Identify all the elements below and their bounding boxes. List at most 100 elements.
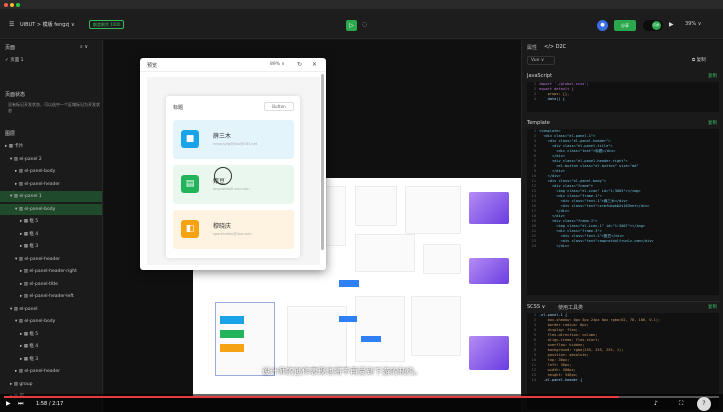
help-icon[interactable]: ? — [697, 397, 711, 411]
layer-item[interactable]: ▸ ▦ 框 4 — [0, 229, 102, 240]
mini-button — [339, 316, 357, 322]
layer-item[interactable]: ▸ ▦ 框 5 — [0, 216, 102, 227]
close-window-dot[interactable] — [4, 2, 8, 7]
maximize-window-dot[interactable] — [16, 2, 20, 7]
copy-scss-button[interactable]: 复制 — [708, 304, 717, 310]
layer-item[interactable]: ▾ ▥ el-panel-body — [0, 203, 102, 215]
next-icon[interactable]: ⏭ — [18, 400, 23, 408]
play-icon[interactable]: ▶ — [6, 400, 11, 407]
layer-item[interactable]: ▾ ▥ el-panel 2 — [0, 154, 102, 165]
fullscreen-icon[interactable]: ⛶ — [679, 400, 683, 408]
frame-card: ■ 薛三木 xmsnhyfg@kbu@163.net — [173, 120, 294, 159]
mini-card — [411, 296, 461, 356]
minimize-window-dot[interactable] — [10, 2, 14, 7]
layer-item[interactable]: ▸ ▦ 框 3 — [0, 241, 102, 252]
framework-select[interactable]: Vue ∨ — [527, 56, 555, 65]
preview-title: 预览 — [147, 63, 158, 69]
frame-card: ▤ 甄豆 amprotdulfrunlz.com — [173, 165, 294, 204]
frame-email: xmsnhyfg@kbu@163.net — [213, 142, 258, 146]
layers-heading: 图层 — [5, 131, 16, 137]
layer-item[interactable]: ▸ ▥ el-panel-header — [0, 366, 102, 377]
frame-card: ◧ 穆晓庆 sparkhzhen@live.com — [173, 210, 294, 249]
mini-button — [339, 280, 359, 287]
tab-d2c[interactable]: </> D2C — [544, 44, 566, 50]
refresh-icon[interactable]: ↻ — [297, 61, 302, 68]
layer-item[interactable]: ▸ ▦ 卡片 — [0, 141, 102, 152]
frame-name: 穆晓庆 — [213, 223, 232, 230]
panel-button[interactable]: Button — [264, 102, 294, 111]
project-breadcrumb[interactable]: UIBUT > 模版 fengzj ∨ — [20, 21, 75, 28]
mini-card — [355, 186, 397, 226]
template-heading: Template — [527, 120, 550, 126]
preview-scrollbar[interactable] — [321, 74, 324, 250]
sync-toggle-label: 同步 — [652, 21, 661, 30]
copy-all-button[interactable]: ⧉ 复制 — [692, 57, 706, 63]
preview-header: 预览 89% ∨ ↻ ✕ — [140, 58, 326, 72]
template-code-block[interactable]: 1 <template> 2 <div class="el-panel-1"> 3 <… — [527, 129, 719, 295]
frame-email: amprotdulfrunlz.com — [213, 187, 250, 191]
share-button[interactable]: 分享 — [614, 20, 636, 31]
close-icon[interactable]: ✕ — [312, 61, 317, 68]
video-progress-fill — [4, 396, 619, 398]
layer-item[interactable]: ▾ ▥ el-panel 1 — [0, 191, 102, 202]
mini-card-selected — [215, 302, 275, 376]
mini-frame-blue — [220, 316, 244, 324]
layer-item[interactable]: ▸ ▥ el-panel-header-left — [0, 291, 102, 302]
layer-item[interactable]: ▾ ▥ el-panel — [0, 304, 102, 315]
avatar[interactable]: ● — [597, 20, 608, 31]
section-divider — [527, 301, 719, 302]
os-title-bar — [0, 0, 723, 9]
page-item[interactable]: ✓ 页面 1 — [0, 55, 102, 66]
js-code-block[interactable]: 1 import './global.scss'; 2 export default … — [527, 82, 719, 112]
volume-icon[interactable]: ♪ — [654, 400, 658, 407]
search-icon[interactable]: ⌕ ∨ — [80, 44, 88, 50]
mini-card — [405, 186, 461, 234]
purple-image — [469, 258, 509, 284]
mini-card — [287, 306, 347, 368]
mini-button — [361, 336, 381, 342]
video-control-bar: ▶ ⏭ 1:58 / 2:17 ♪ ⛶ ? — [0, 394, 723, 412]
utility-class-toggle[interactable]: 使用工具类 — [558, 304, 583, 311]
preview-body: 标题 Button ■ 薛三木 xmsnhyfg@kbu@163.net ▤ 甄豆 amp… — [147, 77, 320, 265]
right-panel: 属性 </> D2C Vue ∨ ⧉ 复制 JavaScript 复制 1 imp… — [521, 40, 723, 412]
layer-item[interactable]: ▸ ▦ 框 3 — [0, 354, 102, 365]
preview-window: 预览 89% ∨ ↻ ✕ 标题 Button ■ 薛三木 xmsnhyfg@kbu@… — [140, 58, 326, 270]
layer-item[interactable]: ▸ ▥ el-panel-title — [0, 279, 102, 290]
app-toolbar: ☰ UIBUT > 模版 fengzj ∨ 额度剩余 1000 ▷ ◌ ● 分享… — [0, 9, 723, 39]
js-heading: JavaScript — [527, 73, 553, 79]
layer-item[interactable]: ▸ ▦ 框 5 — [0, 329, 102, 340]
pages-heading: 页面 — [5, 45, 16, 51]
copy-js-button[interactable]: 复制 — [708, 73, 717, 79]
scss-select[interactable]: SCSS ∨ — [527, 304, 545, 310]
page-state-heading: 页面状态 — [5, 92, 26, 98]
layer-item[interactable]: ▸ ▥ el-panel-body — [0, 166, 102, 177]
copy-template-button[interactable]: 复制 — [708, 120, 717, 126]
hamburger-icon[interactable]: ☰ — [9, 21, 14, 28]
mini-frame-green — [220, 330, 244, 338]
code-line: 14 .el-panel-header { — [531, 378, 583, 382]
quota-badge: 额度剩余 1000 — [89, 20, 125, 29]
left-panel: 页面 ⌕ ∨ ✓ 页面 1 页面状态 没有标记开发状态，可以选中一个区域标记为开… — [0, 40, 103, 412]
layer-item[interactable]: ▾ ▥ el-panel-header — [0, 254, 102, 265]
sync-toggle[interactable]: 同步 — [643, 20, 663, 31]
video-progress-bar[interactable] — [4, 396, 719, 398]
run-icon[interactable]: ▶ — [669, 21, 674, 28]
code-line: 4 data() { — [533, 97, 565, 101]
play-icon[interactable]: ▷ — [346, 20, 357, 31]
zoom-select[interactable]: 39% ∨ — [685, 21, 701, 27]
cursor-indicator — [214, 167, 232, 185]
preview-zoom-select[interactable]: 89% ∨ — [270, 62, 285, 67]
mini-frame-orange — [220, 344, 244, 352]
lasso-icon[interactable]: ◌ — [362, 21, 367, 28]
code-line: 24 </div> — [531, 244, 570, 248]
layer-item[interactable]: ▸ ▥ el-panel-header — [0, 179, 102, 190]
layer-item[interactable]: ▸ ▥ group — [0, 379, 102, 390]
video-time: 1:58 / 2:17 — [36, 401, 64, 407]
video-subtitle: 设计师的创作表现也将不再受到下游的制约。 — [262, 367, 422, 376]
layer-item[interactable]: ▸ ▦ 框 4 — [0, 341, 102, 352]
mini-card — [423, 244, 461, 274]
tab-properties[interactable]: 属性 — [527, 44, 537, 51]
frame-avatar-icon: ◧ — [181, 220, 199, 238]
layer-item[interactable]: ▸ ▥ el-panel-header-right — [0, 266, 102, 277]
layer-item[interactable]: ▾ ▥ el-panel-body — [0, 316, 102, 327]
